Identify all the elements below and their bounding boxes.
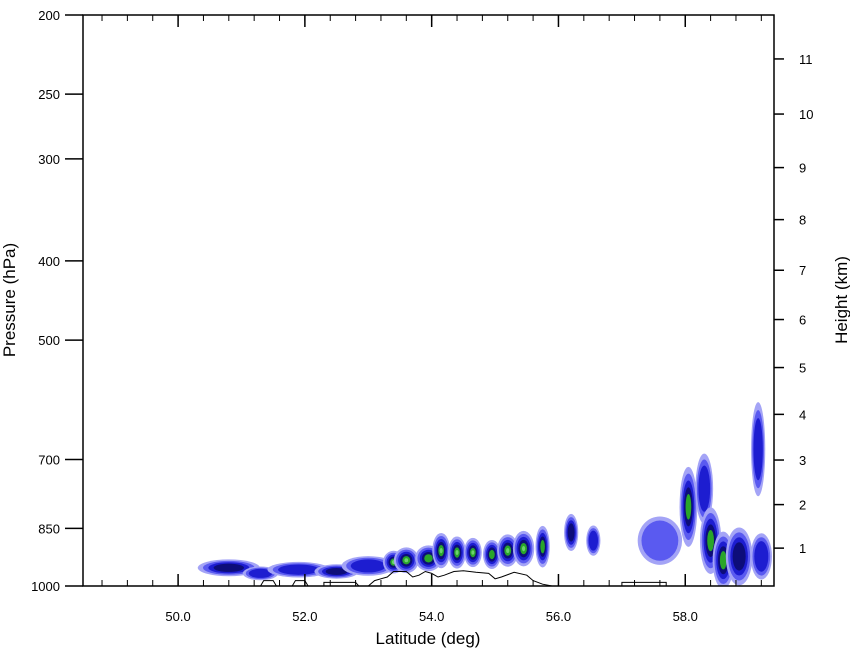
height-tick-label: 3 bbox=[799, 453, 806, 468]
height-tick-label: 9 bbox=[799, 161, 806, 176]
contour-cell-level-5 bbox=[471, 550, 475, 555]
x-axis-label: Latitude (deg) bbox=[376, 629, 481, 648]
x-tick-label: 52.0 bbox=[292, 609, 317, 624]
y-tick-label: 700 bbox=[38, 452, 60, 467]
contour-cell-level-5 bbox=[439, 547, 443, 554]
height-tick-label: 10 bbox=[799, 107, 813, 122]
height-tick-label: 2 bbox=[799, 498, 806, 513]
y-tick-label: 500 bbox=[38, 333, 60, 348]
x-tick-label: 58.0 bbox=[673, 609, 698, 624]
contour-cell-level-5 bbox=[506, 548, 510, 554]
x-tick-label: 50.0 bbox=[165, 609, 190, 624]
y-tick-label: 200 bbox=[38, 8, 60, 23]
contour-cell-level-1 bbox=[641, 520, 679, 561]
contour-cell-level-2 bbox=[278, 564, 320, 575]
height-tick-label: 6 bbox=[799, 313, 806, 328]
plot-frame bbox=[82, 14, 775, 587]
y-tick-label: 1000 bbox=[31, 579, 60, 594]
height-tick-label: 1 bbox=[799, 541, 806, 556]
contour-cell-level-2 bbox=[698, 465, 711, 512]
contour-cell-level-5 bbox=[455, 550, 459, 555]
contour-cell-level-3 bbox=[213, 563, 245, 572]
contour-cell-level-5 bbox=[521, 545, 526, 552]
chart: 50.0 52.0 54.0 56.0 58.020025030040050070085… bbox=[0, 8, 850, 648]
height-tick-label: 11 bbox=[799, 52, 813, 67]
contour-cell-level-5 bbox=[404, 558, 409, 563]
contour-cell-level-2 bbox=[350, 559, 386, 573]
contour-cell-level-2 bbox=[753, 418, 763, 481]
height-tick-label: 7 bbox=[799, 263, 806, 278]
y-tick-label: 850 bbox=[38, 521, 60, 536]
contour-cell-level-3 bbox=[567, 523, 575, 542]
contour-cell-level-4 bbox=[707, 529, 715, 552]
contour-cell-level-2 bbox=[754, 541, 769, 572]
x-tick-label: 56.0 bbox=[546, 609, 571, 624]
height-tick-label: 8 bbox=[799, 213, 806, 228]
axes: 50.0 52.0 54.0 56.0 58.020025030040050070085… bbox=[31, 8, 813, 624]
y-tick-label: 400 bbox=[38, 254, 60, 269]
contour-cell-level-4 bbox=[540, 539, 545, 554]
height-tick-label: 5 bbox=[799, 361, 806, 376]
contour-cell-level-2 bbox=[588, 530, 599, 551]
contour-cell-level-4 bbox=[489, 549, 495, 560]
y-axis-label-right: Height (km) bbox=[832, 256, 850, 344]
contour-bands bbox=[197, 402, 772, 586]
y-tick-label: 300 bbox=[38, 152, 60, 167]
x-tick-label: 54.0 bbox=[419, 609, 444, 624]
contour-cell-level-4 bbox=[424, 554, 433, 563]
height-tick-label: 4 bbox=[799, 407, 806, 422]
y-axis-label-left: Pressure (hPa) bbox=[0, 243, 19, 357]
contour-cell-level-3 bbox=[732, 542, 746, 571]
contour-cell-level-4 bbox=[719, 551, 727, 570]
contour-cell-level-4 bbox=[685, 494, 692, 520]
y-tick-label: 250 bbox=[38, 87, 60, 102]
